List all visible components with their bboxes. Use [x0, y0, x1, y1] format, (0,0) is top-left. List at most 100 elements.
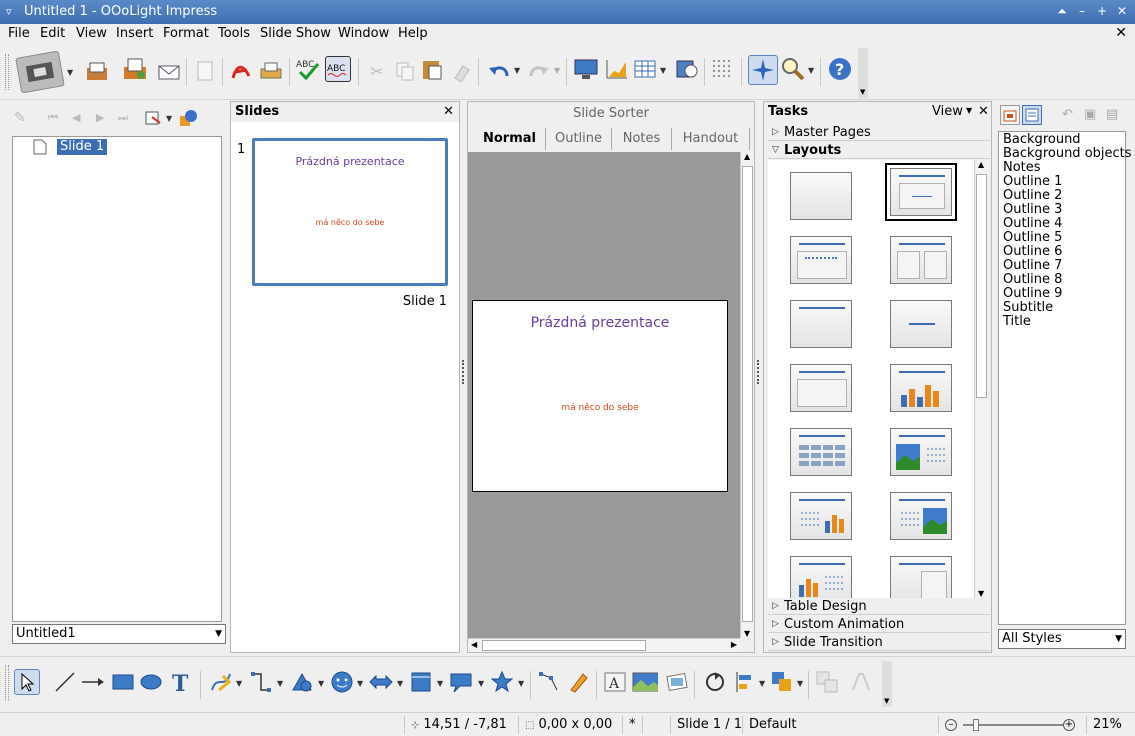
- flowchart-icon[interactable]: [408, 669, 434, 695]
- hscroll-thumb[interactable]: [482, 640, 646, 651]
- drag-mode-icon[interactable]: [144, 109, 162, 131]
- splitter-handle[interactable]: [757, 360, 759, 384]
- layout-text-chart[interactable]: [790, 492, 852, 540]
- menu-help[interactable]: Help: [398, 26, 428, 41]
- navigator-icon[interactable]: [674, 56, 700, 82]
- scroll-left-icon[interactable]: ◀: [471, 640, 477, 649]
- menu-view[interactable]: View: [76, 26, 107, 41]
- export-pdf-icon[interactable]: [228, 58, 254, 84]
- presentation-styles-icon[interactable]: [1022, 105, 1042, 125]
- graphics-styles-icon[interactable]: [1000, 105, 1020, 125]
- last-slide-icon[interactable]: ⏭: [118, 111, 128, 125]
- slide[interactable]: Prázdná prezentace má něco do sebe: [472, 300, 728, 492]
- section-slide-transition[interactable]: ▷ Slide Transition: [768, 634, 990, 651]
- insert-image-icon[interactable]: [632, 669, 658, 695]
- rotate-icon[interactable]: [702, 669, 728, 695]
- slides-pane-close-icon[interactable]: ✕: [443, 102, 454, 122]
- update-style-icon[interactable]: ▤: [1106, 107, 1118, 122]
- style-item[interactable]: Title: [999, 315, 1125, 329]
- glue-points-icon[interactable]: [566, 669, 592, 695]
- display-grid-icon[interactable]: [573, 56, 599, 82]
- menu-edit[interactable]: Edit: [40, 26, 65, 41]
- style-item[interactable]: Outline 3: [999, 203, 1125, 217]
- slide-subtitle[interactable]: má něco do sebe: [473, 403, 727, 413]
- curve-dropdown-icon[interactable]: ▼: [236, 679, 242, 688]
- line-icon[interactable]: [52, 669, 78, 695]
- layout-title-2-content[interactable]: [890, 236, 952, 284]
- ellipse-icon[interactable]: [138, 669, 164, 695]
- section-layouts[interactable]: ▽ Layouts: [768, 142, 990, 159]
- tab-handout[interactable]: Handout: [672, 128, 750, 150]
- first-slide-icon[interactable]: ⏮: [48, 111, 58, 125]
- arrange-dropdown-icon[interactable]: ▼: [797, 679, 803, 688]
- slide-canvas[interactable]: Prázdná prezentace má něco do sebe: [468, 152, 740, 638]
- layout-chart-text[interactable]: [790, 556, 852, 598]
- scroll-down-icon[interactable]: ▼: [744, 629, 750, 638]
- clone-formatting-icon[interactable]: [449, 58, 475, 84]
- style-item[interactable]: Background: [999, 133, 1125, 147]
- previous-slide-icon[interactable]: ◀: [72, 111, 80, 124]
- scroll-thumb[interactable]: [976, 174, 987, 398]
- menu-insert[interactable]: Insert: [116, 26, 153, 41]
- align-icon[interactable]: [732, 669, 758, 695]
- minimize-button[interactable]: –: [1075, 3, 1089, 19]
- layouts-scrollbar[interactable]: ▲ ▼: [974, 160, 988, 598]
- menu-format[interactable]: Format: [163, 26, 209, 41]
- fontwork-icon[interactable]: A: [602, 669, 628, 695]
- tasks-close-icon[interactable]: ✕: [978, 104, 989, 119]
- next-slide-icon[interactable]: ▶: [96, 111, 104, 124]
- style-item[interactable]: Outline 1: [999, 175, 1125, 189]
- arrange-icon[interactable]: [769, 669, 795, 695]
- grid-icon[interactable]: [710, 56, 736, 82]
- layout-centered-text[interactable]: [890, 300, 952, 348]
- style-item[interactable]: Outline 5: [999, 231, 1125, 245]
- layout-image-text[interactable]: [890, 428, 952, 476]
- close-window-button[interactable]: ✕: [1115, 3, 1129, 19]
- shapes-icon[interactable]: [178, 109, 198, 131]
- layout-title-chart[interactable]: [890, 364, 952, 412]
- table-dropdown-icon[interactable]: ▼: [660, 66, 666, 75]
- text-tool-icon[interactable]: T: [168, 669, 194, 695]
- toolbar-grip[interactable]: [5, 54, 9, 90]
- layout-title-slide[interactable]: [885, 163, 957, 221]
- style-item[interactable]: Outline 9: [999, 287, 1125, 301]
- symbol-shapes-dropdown-icon[interactable]: ▼: [357, 679, 363, 688]
- layout-blank[interactable]: [790, 172, 852, 220]
- spellcheck-icon[interactable]: ABC: [295, 56, 321, 82]
- style-item[interactable]: Outline 6: [999, 245, 1125, 259]
- menu-slide-show[interactable]: Slide Show: [260, 26, 331, 41]
- zoom-out-icon[interactable]: –: [945, 719, 957, 731]
- autospellcheck-icon[interactable]: ABC: [325, 56, 351, 82]
- zoom-level[interactable]: 21%: [1086, 716, 1132, 734]
- close-document-icon[interactable]: ✕: [1115, 25, 1127, 41]
- basic-shapes-icon[interactable]: [289, 669, 315, 695]
- open-icon[interactable]: [122, 56, 148, 82]
- zoom-icon[interactable]: [780, 56, 806, 82]
- drag-mode-dropdown-icon[interactable]: ▼: [166, 114, 172, 123]
- new-dropdown-icon[interactable]: ▼: [67, 68, 73, 77]
- connector-icon[interactable]: [248, 669, 274, 695]
- points-icon[interactable]: [536, 669, 562, 695]
- slide-sorter-tab[interactable]: Slide Sorter: [468, 106, 754, 121]
- zoom-in-icon[interactable]: +: [1063, 719, 1075, 731]
- style-item[interactable]: Outline 8: [999, 273, 1125, 287]
- gallery-icon[interactable]: [664, 669, 690, 695]
- signature-field[interactable]: [642, 716, 670, 734]
- shade-button[interactable]: ⏶: [1055, 3, 1069, 19]
- vertical-scrollbar[interactable]: ▲ ▼: [740, 152, 754, 638]
- redo-icon[interactable]: [526, 58, 552, 84]
- scroll-down-icon[interactable]: ▼: [978, 589, 984, 598]
- arrow-line-icon[interactable]: [80, 669, 106, 695]
- print-icon[interactable]: [258, 58, 284, 84]
- select-arrow-icon[interactable]: [14, 669, 40, 695]
- group-icon[interactable]: [815, 669, 841, 695]
- chart-icon[interactable]: [604, 56, 630, 82]
- layout-title-object[interactable]: [790, 364, 852, 412]
- style-item[interactable]: Outline 4: [999, 217, 1125, 231]
- master-indicator[interactable]: Default: [742, 716, 938, 734]
- tab-outline[interactable]: Outline: [546, 128, 612, 150]
- templates-icon[interactable]: [84, 58, 110, 84]
- rectangle-icon[interactable]: [110, 669, 136, 695]
- email-icon[interactable]: [156, 58, 182, 84]
- extrusion-icon[interactable]: [848, 669, 874, 695]
